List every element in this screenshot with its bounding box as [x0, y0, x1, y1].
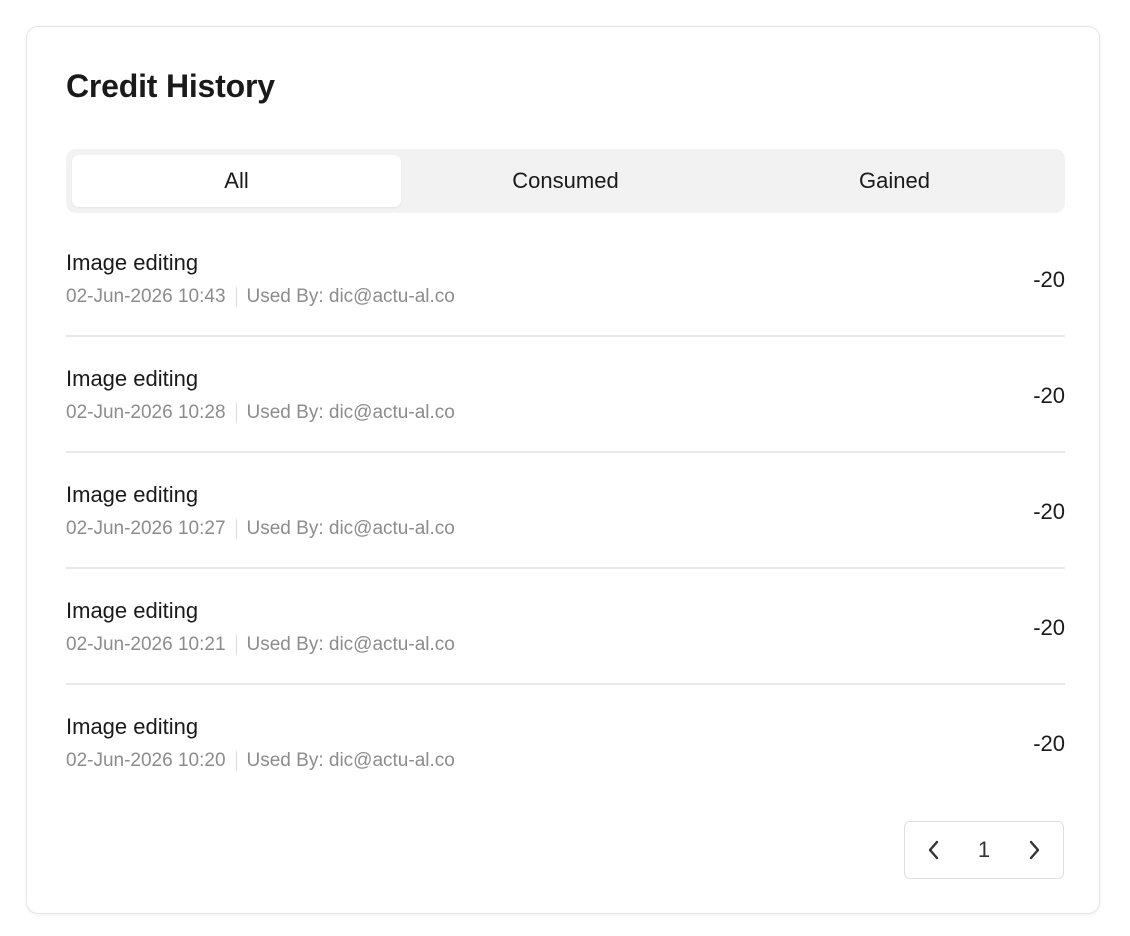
item-amount: -20: [1033, 383, 1065, 408]
item-datetime: 02-Jun-2026 10:43: [66, 286, 226, 307]
item-amount: -20: [1033, 267, 1065, 292]
meta-divider: [235, 403, 237, 423]
tab-bar: All Consumed Gained: [66, 149, 1065, 213]
tab-consumed[interactable]: Consumed: [401, 155, 730, 207]
item-amount: -20: [1033, 615, 1065, 640]
meta-divider: [235, 519, 237, 539]
item-amount: -20: [1033, 731, 1065, 756]
item-title: Image editing: [66, 714, 199, 739]
list-item: Image editing 02-Jun-2026 10:21 Used By:…: [66, 569, 1065, 685]
item-meta: 02-Jun-2026 10:20 Used By: dic@actu-al.c…: [66, 750, 455, 772]
credit-history-card: Credit History All Consumed Gained Image…: [26, 26, 1100, 914]
list-item: Image editing 02-Jun-2026 10:28 Used By:…: [66, 337, 1065, 453]
tab-all[interactable]: All: [72, 155, 401, 207]
item-meta: 02-Jun-2026 10:27 Used By: dic@actu-al.c…: [66, 518, 455, 540]
list-item: Image editing 02-Jun-2026 10:43 Used By:…: [66, 221, 1065, 337]
item-datetime: 02-Jun-2026 10:27: [66, 518, 226, 539]
item-title: Image editing: [66, 598, 199, 623]
item-title: Image editing: [66, 366, 199, 391]
item-used-by: Used By: dic@actu-al.co: [246, 402, 455, 423]
item-amount: -20: [1033, 499, 1065, 524]
list-item: Image editing 02-Jun-2026 10:20 Used By:…: [66, 685, 1065, 801]
pagination: 1: [904, 821, 1064, 879]
next-page-button[interactable]: [1019, 835, 1049, 865]
credit-history-list: Image editing 02-Jun-2026 10:43 Used By:…: [66, 221, 1065, 801]
list-item: Image editing 02-Jun-2026 10:27 Used By:…: [66, 453, 1065, 569]
tab-gained[interactable]: Gained: [730, 155, 1059, 207]
page-title: Credit History: [66, 68, 275, 104]
meta-divider: [235, 635, 237, 655]
item-title: Image editing: [66, 250, 199, 275]
chevron-left-icon: [928, 840, 939, 860]
item-meta: 02-Jun-2026 10:21 Used By: dic@actu-al.c…: [66, 634, 455, 656]
item-datetime: 02-Jun-2026 10:28: [66, 402, 226, 423]
chevron-right-icon: [1029, 840, 1040, 860]
meta-divider: [235, 287, 237, 307]
item-used-by: Used By: dic@actu-al.co: [246, 518, 455, 539]
item-meta: 02-Jun-2026 10:43 Used By: dic@actu-al.c…: [66, 286, 455, 308]
item-datetime: 02-Jun-2026 10:20: [66, 750, 226, 771]
meta-divider: [235, 751, 237, 771]
prev-page-button[interactable]: [919, 835, 949, 865]
item-datetime: 02-Jun-2026 10:21: [66, 634, 226, 655]
item-used-by: Used By: dic@actu-al.co: [246, 286, 455, 307]
item-meta: 02-Jun-2026 10:28 Used By: dic@actu-al.c…: [66, 402, 455, 424]
current-page-number[interactable]: 1: [978, 837, 990, 863]
item-title: Image editing: [66, 482, 199, 507]
item-used-by: Used By: dic@actu-al.co: [246, 750, 455, 771]
item-used-by: Used By: dic@actu-al.co: [246, 634, 455, 655]
